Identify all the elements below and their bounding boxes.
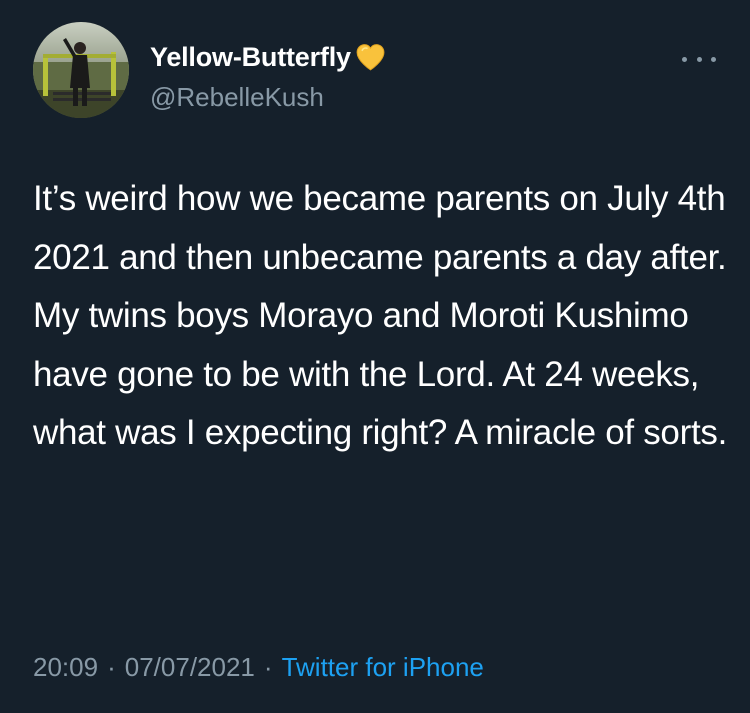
more-options-icon[interactable] [682,52,716,66]
yellow-heart-icon [354,41,387,74]
separator: · [107,652,116,682]
tweet-meta: 20:09 · 07/07/2021 · Twitter for iPhone [33,652,484,683]
dot [696,56,702,62]
avatar-photo [33,22,129,118]
dot [711,56,716,62]
dot [682,56,687,62]
separator: · [263,652,273,682]
name-row: Yellow-Butterfly [150,40,387,74]
tweet: Yellow-Butterfly @RebelleKush It’s weird… [0,0,750,713]
display-name[interactable]: Yellow-Butterfly [150,42,351,73]
user-handle[interactable]: @RebelleKush [150,82,324,113]
tweet-text: It’s weird how we became parents on July… [33,179,728,452]
avatar[interactable] [33,22,129,118]
tweet-source-link[interactable]: Twitter for iPhone [282,652,484,683]
tweet-time[interactable]: 20:09 [33,652,98,683]
tweet-date[interactable]: 07/07/2021 [125,652,255,683]
